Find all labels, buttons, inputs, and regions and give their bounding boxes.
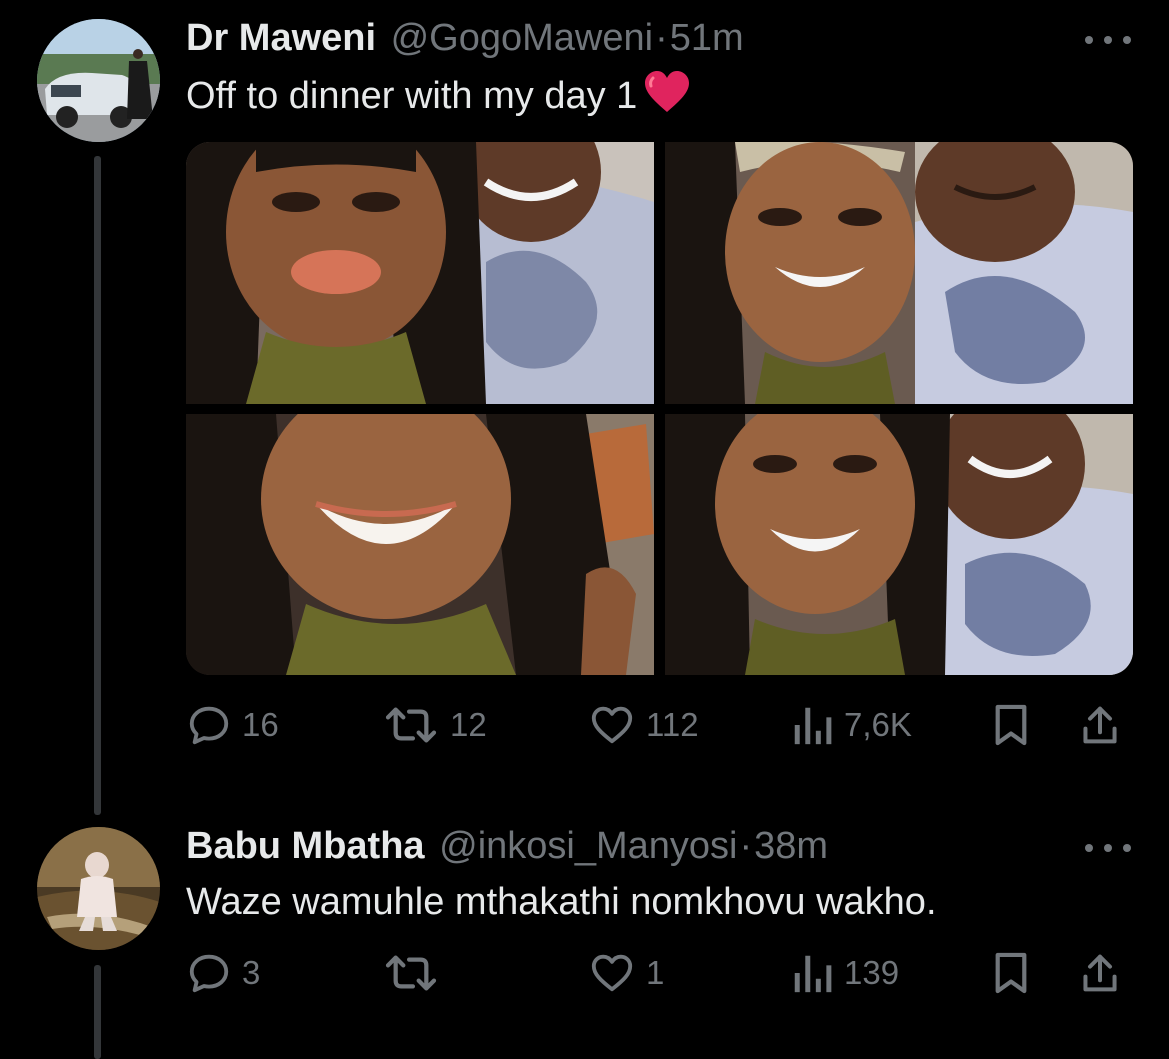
action-bar: 3 1 139 (0, 948, 1169, 998)
photo-3[interactable] (186, 414, 654, 675)
retweet-count: 12 (450, 706, 487, 743)
avatar-image (37, 827, 160, 950)
tweet-text: Waze wamuhle mthakathi nomkhovu wakho. (186, 881, 937, 923)
reply-count: 3 (242, 954, 261, 991)
views-button[interactable]: 139 (790, 948, 899, 998)
author-name[interactable]: Babu Mbatha (186, 825, 425, 867)
tweet-text-row: Off to dinner with my day 1 (186, 70, 691, 125)
like-button[interactable]: 112 (588, 700, 699, 750)
reply-button[interactable]: 3 (186, 948, 260, 998)
media-grid[interactable] (186, 142, 1133, 675)
share-button[interactable] (1080, 700, 1120, 750)
bookmark-icon (995, 952, 1027, 994)
author-handle[interactable]: @inkosi_Manyosi (439, 825, 737, 867)
author-name[interactable]: Dr Maweni (186, 17, 376, 59)
reply-count: 16 (242, 706, 279, 743)
share-icon (1083, 954, 1117, 992)
author-handle[interactable]: @GogoMaweni (391, 17, 653, 59)
separator-dot: · (655, 17, 668, 59)
more-icon[interactable] (1085, 31, 1131, 47)
reply-icon (189, 954, 229, 993)
views-icon (794, 955, 832, 993)
timestamp[interactable]: 51m (670, 17, 744, 59)
bookmark-button[interactable] (992, 948, 1030, 998)
views-count: 7,6K (844, 706, 912, 743)
views-count: 139 (844, 954, 900, 991)
like-icon (591, 706, 633, 744)
red-heart-emoji (643, 70, 691, 125)
tweet-1[interactable]: Dr Maweni @GogoMaweni·51m Off to dinner … (0, 0, 1169, 815)
reply-icon (189, 706, 229, 745)
action-bar: 16 12 112 7,6K (0, 700, 1169, 750)
retweet-button[interactable]: 12 (382, 700, 487, 750)
like-count: 1 (646, 954, 665, 991)
bookmark-button[interactable] (992, 700, 1030, 750)
avatar-image (37, 19, 160, 142)
photo-1[interactable] (186, 142, 654, 404)
photo-4[interactable] (665, 414, 1133, 675)
share-button[interactable] (1080, 948, 1120, 998)
reply-button[interactable]: 16 (186, 700, 279, 750)
like-icon (591, 954, 633, 992)
separator-dot: · (739, 825, 753, 867)
retweet-button[interactable] (382, 948, 450, 998)
bookmark-icon (995, 704, 1027, 746)
avatar[interactable] (37, 827, 160, 950)
tweet-text-row: Waze wamuhle mthakathi nomkhovu wakho. (186, 879, 937, 925)
retweet-icon (385, 707, 437, 743)
tweet-header: Babu Mbatha @inkosi_Manyosi·38m (186, 824, 828, 868)
tweet-text: Off to dinner with my day 1 (186, 75, 638, 117)
views-button[interactable]: 7,6K (790, 700, 912, 750)
retweet-icon (385, 955, 437, 991)
avatar[interactable] (37, 19, 160, 142)
views-icon (794, 707, 832, 745)
like-button[interactable]: 1 (588, 948, 664, 998)
tweet-header: Dr Maweni @GogoMaweni·51m (186, 16, 744, 60)
timestamp[interactable]: 38m (754, 825, 828, 867)
photo-2[interactable] (665, 142, 1133, 404)
more-icon[interactable] (1085, 839, 1131, 855)
tweet-2[interactable]: Babu Mbatha @inkosi_Manyosi·38m Waze wam… (0, 815, 1169, 1059)
share-icon (1083, 706, 1117, 744)
like-count: 112 (646, 706, 699, 743)
